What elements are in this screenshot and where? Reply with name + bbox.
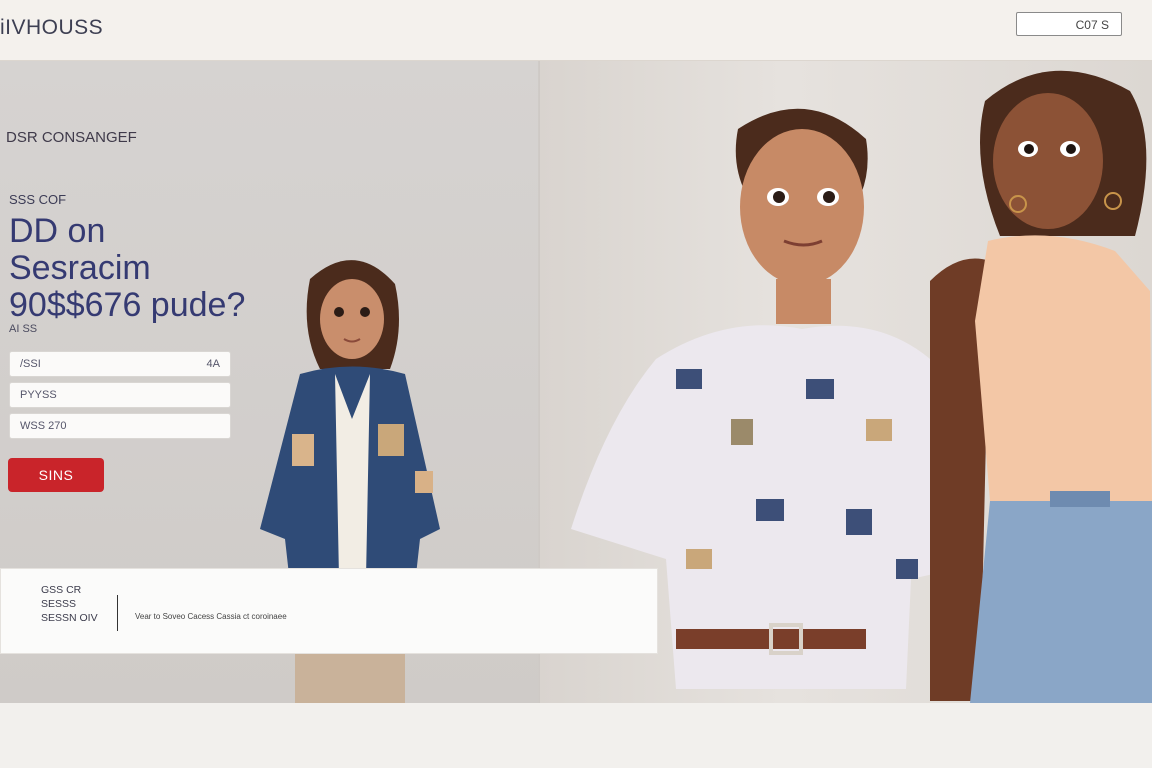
floor-strip: [0, 703, 1152, 768]
brand-logo[interactable]: iIVHOUSS: [0, 16, 103, 40]
form-field-1-suffix: 4A: [206, 358, 220, 370]
info-card-text: Vear to Soveo Cacess Cassia ct coroinaee: [135, 612, 287, 621]
info-card: GSS CR SESSS SESSN OIV Vear to Soveo Cac…: [0, 568, 658, 654]
hero-caption: AI SS: [9, 323, 38, 335]
hero-eyebrow: SSS COF: [9, 192, 67, 207]
info-card-labels: GSS CR SESSS SESSN OIV: [41, 583, 98, 625]
submit-button[interactable]: SINS: [8, 458, 104, 492]
form-field-3[interactable]: WSS 270: [9, 413, 231, 439]
form-field-2[interactable]: PYYSS: [9, 382, 231, 408]
info-line-2: SESSS: [41, 598, 77, 610]
form-field-1-value: /SSI: [20, 358, 41, 370]
hero-subheading: DSR CONSANGEF: [6, 129, 137, 146]
headline-line-3: 90$$676 pude?: [9, 286, 246, 324]
info-line-1: GSS CR: [41, 584, 82, 596]
form-field-1[interactable]: /SSI 4A: [9, 351, 231, 377]
info-divider: [117, 595, 118, 631]
top-bar: iIVHOUSS C07 S: [0, 0, 1152, 61]
hero-headline: DD on Sesracim 90$$676 pude?: [9, 213, 245, 324]
headline-line-2: Sesracim: [9, 249, 151, 287]
form-field-2-value: PYYSS: [20, 389, 57, 401]
woman-peach-top-illustration: [930, 70, 1152, 703]
headline-line-1: DD on: [9, 212, 106, 250]
info-line-3: SESSN OIV: [41, 612, 98, 624]
top-search-field[interactable]: C07 S: [1016, 12, 1122, 36]
form-field-3-value: WSS 270: [20, 420, 67, 432]
